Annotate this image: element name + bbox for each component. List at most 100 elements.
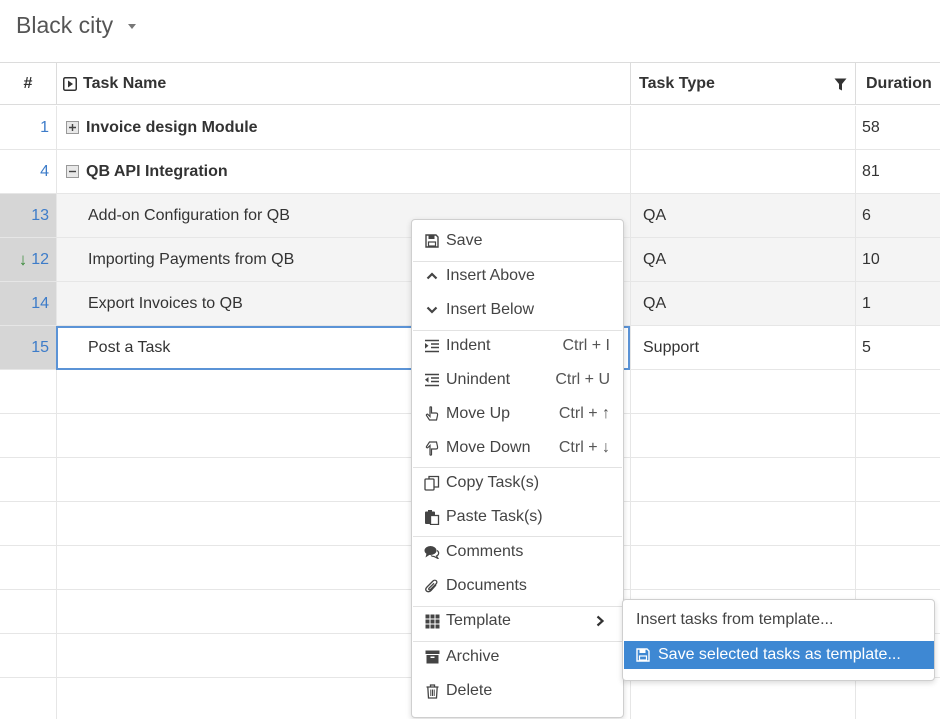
row-number: 14 bbox=[0, 282, 57, 325]
task-name: Invoice design Module bbox=[86, 118, 258, 136]
row-number bbox=[0, 414, 57, 457]
menu-item-unindent[interactable]: Unindent Ctrl + U bbox=[412, 363, 623, 397]
column-header-task-name[interactable]: Task Name bbox=[57, 63, 631, 105]
table-row[interactable]: 1 Invoice design Module 58 bbox=[0, 106, 940, 150]
column-label: Duration bbox=[866, 75, 932, 92]
menu-label: Unindent bbox=[446, 371, 511, 388]
row-number bbox=[0, 370, 57, 413]
menu-label: Indent bbox=[446, 337, 491, 354]
duration-cell[interactable] bbox=[856, 502, 940, 545]
template-submenu: Insert tasks from template... Save selec… bbox=[622, 599, 935, 681]
table-row[interactable]: 4 QB API Integration 81 bbox=[0, 150, 940, 194]
menu-item-delete[interactable]: Delete bbox=[412, 674, 623, 708]
row-number bbox=[0, 678, 57, 719]
archive-icon bbox=[424, 649, 440, 665]
shortcut: Ctrl + ↓ bbox=[558, 439, 610, 456]
task-name: Export Invoices to QB bbox=[88, 294, 243, 312]
task-type-cell[interactable] bbox=[631, 546, 856, 589]
column-header-number[interactable]: # bbox=[0, 63, 57, 105]
task-type-cell[interactable] bbox=[631, 678, 856, 719]
grid-icon bbox=[424, 613, 440, 629]
task-type-cell[interactable] bbox=[631, 370, 856, 413]
task-type-cell[interactable]: Support bbox=[631, 326, 856, 369]
menu-label: Copy Task(s) bbox=[446, 474, 540, 491]
menu-label: Move Up bbox=[446, 405, 511, 422]
menu-label: Comments bbox=[446, 543, 524, 560]
menu-item-comments[interactable]: Comments bbox=[412, 535, 623, 569]
row-number bbox=[0, 634, 57, 677]
menu-label: Save bbox=[446, 232, 483, 249]
row-number bbox=[0, 502, 57, 545]
duration-cell[interactable]: 6 bbox=[856, 194, 940, 237]
task-type-cell[interactable]: QA bbox=[631, 238, 856, 281]
outdent-icon bbox=[424, 372, 440, 388]
row-number: 15 bbox=[0, 326, 57, 369]
hand-up-icon bbox=[424, 406, 440, 422]
duration-cell[interactable]: 58 bbox=[856, 106, 940, 149]
row-number bbox=[0, 546, 57, 589]
shortcut: Ctrl + I bbox=[562, 337, 610, 354]
task-type-cell[interactable]: QA bbox=[631, 194, 856, 237]
copy-icon bbox=[424, 475, 440, 491]
task-name: Add-on Configuration for QB bbox=[88, 206, 290, 224]
submenu-item-save-as-template[interactable]: Save selected tasks as template... bbox=[624, 641, 934, 669]
project-title[interactable]: Black city bbox=[16, 12, 113, 39]
menu-label: Insert Below bbox=[446, 301, 535, 318]
duration-cell[interactable] bbox=[856, 414, 940, 457]
arrow-down-icon: ↓ bbox=[18, 249, 28, 269]
column-header-duration[interactable]: Duration bbox=[856, 63, 940, 105]
duration-cell[interactable] bbox=[856, 370, 940, 413]
duration-cell[interactable]: 10 bbox=[856, 238, 940, 281]
caret-down-icon[interactable] bbox=[126, 20, 138, 32]
duration-cell[interactable]: 81 bbox=[856, 150, 940, 193]
row-number: 4 bbox=[0, 150, 57, 193]
task-name: Importing Payments from QB bbox=[88, 250, 295, 268]
task-type-cell[interactable] bbox=[631, 414, 856, 457]
menu-item-template[interactable]: Template bbox=[412, 604, 623, 638]
menu-label: Documents bbox=[446, 577, 527, 594]
menu-label: Paste Task(s) bbox=[446, 508, 543, 525]
menu-item-insert-above[interactable]: Insert Above bbox=[412, 259, 623, 293]
column-label: # bbox=[23, 75, 33, 92]
chevron-up-icon bbox=[424, 268, 440, 284]
menu-item-archive[interactable]: Archive bbox=[412, 640, 623, 674]
menu-item-indent[interactable]: Indent Ctrl + I bbox=[412, 329, 623, 363]
menu-label: Archive bbox=[446, 648, 500, 665]
menu-item-insert-below[interactable]: Insert Below bbox=[412, 293, 623, 327]
menu-item-documents[interactable]: Documents bbox=[412, 569, 623, 603]
menu-item-move-up[interactable]: Move Up Ctrl + ↑ bbox=[412, 397, 623, 431]
task-name-cell[interactable]: QB API Integration bbox=[57, 150, 631, 193]
expand-icon[interactable] bbox=[66, 121, 79, 134]
task-name-cell[interactable]: Invoice design Module bbox=[57, 106, 631, 149]
shortcut: Ctrl + U bbox=[555, 371, 610, 388]
row-number: 1 bbox=[0, 106, 57, 149]
submenu-item-insert-from-template[interactable]: Insert tasks from template... bbox=[624, 606, 934, 634]
task-type-cell[interactable] bbox=[631, 150, 856, 193]
task-type-cell[interactable] bbox=[631, 106, 856, 149]
task-type-cell[interactable] bbox=[631, 458, 856, 501]
menu-item-save[interactable]: Save bbox=[412, 224, 623, 258]
task-type-cell[interactable] bbox=[631, 502, 856, 545]
menu-item-move-down[interactable]: Move Down Ctrl + ↓ bbox=[412, 431, 623, 465]
column-header-task-type[interactable]: Task Type bbox=[631, 63, 856, 105]
duration-cell[interactable] bbox=[856, 546, 940, 589]
save-icon bbox=[636, 647, 652, 663]
duration-cell[interactable] bbox=[856, 458, 940, 501]
chevron-down-icon bbox=[424, 302, 440, 318]
task-name: Post a Task bbox=[88, 338, 171, 356]
paperclip-icon bbox=[424, 578, 440, 594]
duration-cell[interactable]: 5 bbox=[856, 326, 940, 369]
filter-icon[interactable] bbox=[834, 78, 847, 91]
task-type-cell[interactable]: QA bbox=[631, 282, 856, 325]
expand-collapse-all-icon[interactable] bbox=[63, 77, 77, 91]
comments-icon bbox=[424, 544, 440, 560]
row-number: 12 bbox=[31, 250, 49, 268]
menu-item-paste-tasks[interactable]: Paste Task(s) bbox=[412, 500, 623, 534]
task-name: QB API Integration bbox=[86, 162, 228, 180]
duration-cell[interactable] bbox=[856, 678, 940, 719]
collapse-icon[interactable] bbox=[66, 165, 79, 178]
duration-cell[interactable]: 1 bbox=[856, 282, 940, 325]
column-label: Task Type bbox=[639, 75, 715, 92]
menu-item-copy-tasks[interactable]: Copy Task(s) bbox=[412, 466, 623, 500]
chevron-right-icon bbox=[596, 615, 605, 627]
